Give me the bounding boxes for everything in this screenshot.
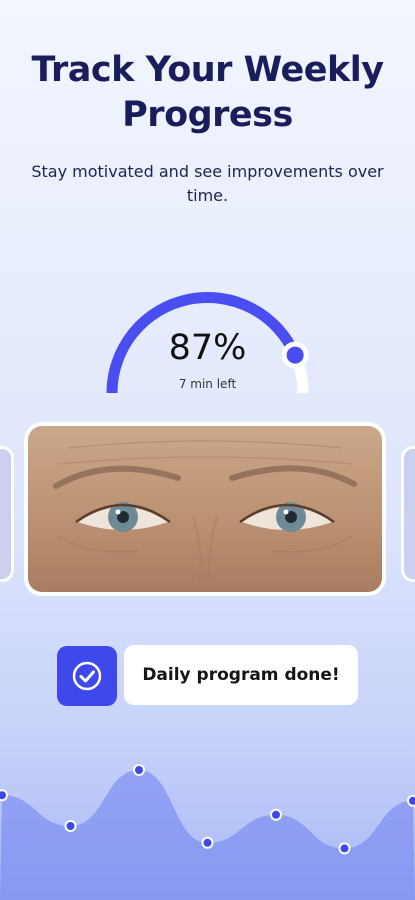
wave-point xyxy=(270,808,282,821)
check-tile xyxy=(57,646,117,706)
progress-percent: 87% xyxy=(168,328,247,368)
check-circle-icon xyxy=(72,661,102,691)
progress-wave-chart xyxy=(0,764,415,900)
eyes-closeup-photo xyxy=(28,426,382,592)
wave-point xyxy=(407,794,415,807)
daily-program-status: Daily program done! xyxy=(124,645,358,705)
prev-photo-card[interactable] xyxy=(0,446,14,582)
page-subtitle: Stay motivated and see improvements over… xyxy=(31,162,384,205)
status-label: Daily program done! xyxy=(142,665,340,685)
wave-point xyxy=(338,842,351,855)
photo-card xyxy=(24,422,386,596)
page-title: Track Your Weekly Progress xyxy=(0,48,415,138)
next-photo-card[interactable] xyxy=(401,446,415,582)
wave-area xyxy=(0,770,415,900)
wave-point xyxy=(64,820,77,832)
title-line-1: Track Your Weekly xyxy=(31,50,384,90)
wave-point xyxy=(133,764,145,776)
title-line-2: Progress xyxy=(122,95,293,135)
time-left-label: 7 min left xyxy=(178,377,237,391)
wave-point xyxy=(201,836,214,849)
wave-point xyxy=(0,789,8,802)
